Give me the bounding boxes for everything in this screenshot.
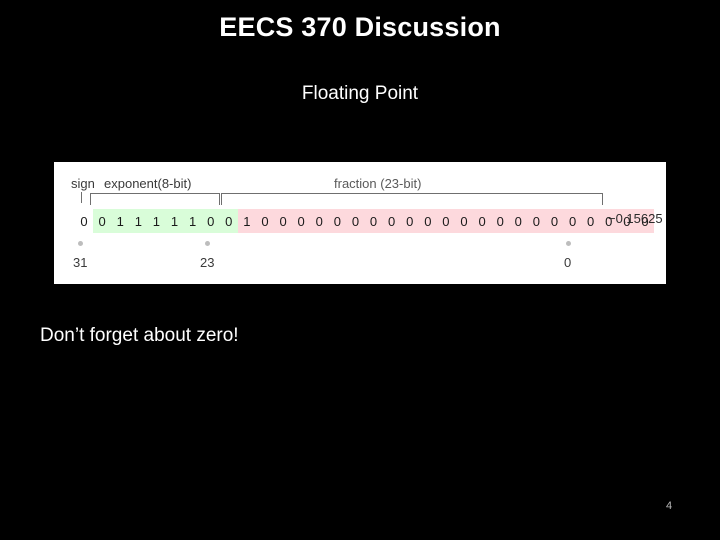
index-label-left: 31 <box>73 255 88 270</box>
floating-point-figure: sign exponent(8-bit) fraction (23-bit) 0… <box>54 162 666 284</box>
note-text: Don’t forget about zero! <box>40 325 239 346</box>
bit-frac-15: 0 <box>509 209 528 233</box>
bit-exp-4: 1 <box>165 209 184 233</box>
bit-exp-2: 1 <box>129 209 148 233</box>
sign-tick <box>81 192 82 203</box>
bit-exp-6: 0 <box>201 209 220 233</box>
slide: EECS 370 Discussion Floating Point sign … <box>0 0 720 540</box>
bit-exp-0: 0 <box>93 209 112 233</box>
bit-frac-13: 0 <box>473 209 492 233</box>
bit-frac-3: 0 <box>292 209 311 233</box>
slide-subtitle: Floating Point <box>301 83 419 104</box>
bit-frac-1: 0 <box>255 209 275 233</box>
bit-frac-5: 0 <box>328 209 347 233</box>
index-label-right: 0 <box>564 255 572 270</box>
bit-frac-7: 0 <box>364 209 383 233</box>
bit-frac-19: 0 <box>581 209 600 233</box>
bit-frac-0: 1 <box>237 209 256 233</box>
bit-frac-2: 0 <box>274 209 293 233</box>
bit-frac-4: 0 <box>310 209 329 233</box>
index-dot-left <box>78 241 83 246</box>
bit-frac-6: 0 <box>346 209 365 233</box>
bit-frac-18: 0 <box>563 209 582 233</box>
label-sign: sign <box>71 176 95 191</box>
index-label-middle: 23 <box>200 255 215 270</box>
bit-frac-8: 0 <box>382 209 401 233</box>
bit-exp-1: 1 <box>111 209 130 233</box>
page-number: 4 <box>666 500 673 512</box>
bit-frac-12: 0 <box>454 209 474 233</box>
index-dot-middle <box>205 241 210 246</box>
bit-frac-14: 0 <box>491 209 510 233</box>
bit-frac-16: 0 <box>527 209 546 233</box>
decimal-value: −0.15625 <box>608 211 663 226</box>
bit-frac-10: 0 <box>418 209 437 233</box>
label-exponent: exponent(8-bit) <box>104 176 192 191</box>
index-dot-right <box>566 241 571 246</box>
exponent-bracket <box>90 193 220 205</box>
label-fraction: fraction (23-bit) <box>334 176 422 191</box>
bit-exp-7: 0 <box>219 209 238 233</box>
bit-exp-5: 1 <box>183 209 202 233</box>
bit-field: 0 0 1 1 1 1 1 0 0 1 0 0 0 0 0 0 0 0 0 0 … <box>75 209 654 233</box>
bit-exp-3: 1 <box>147 209 166 233</box>
bit-frac-9: 0 <box>400 209 419 233</box>
fraction-bracket <box>221 193 603 205</box>
bit-frac-11: 0 <box>436 209 455 233</box>
bit-frac-17: 0 <box>545 209 564 233</box>
bit-sign: 0 <box>75 209 94 233</box>
page-title: EECS 370 Discussion <box>219 12 501 42</box>
